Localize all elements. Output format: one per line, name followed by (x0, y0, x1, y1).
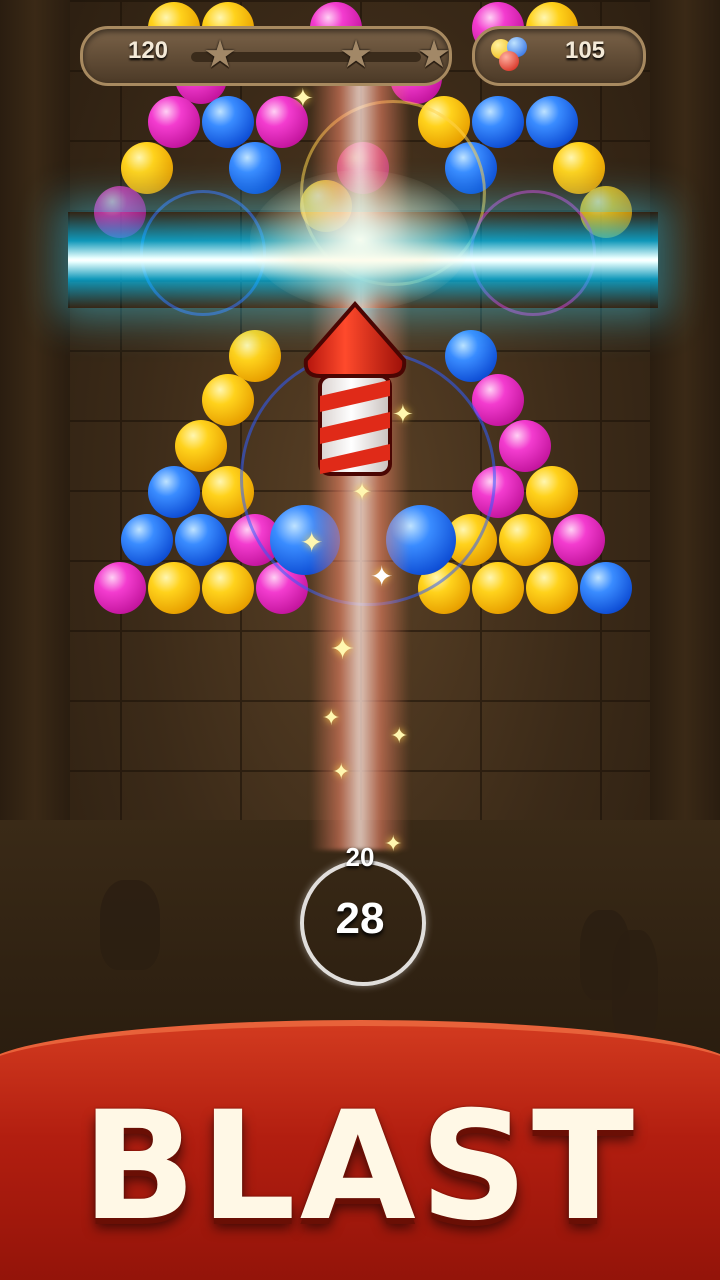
bubble-yellow (526, 562, 578, 614)
bubble-coin-count: 105 (564, 37, 606, 64)
game-screen[interactable]: ✦ ✦ ✦ ✦ ✦ ✦ ✦ ✦ ✦ ✦ 120 ★ ★ ★ 105 20 28 … (0, 0, 720, 1280)
bubble-blue (526, 96, 578, 148)
score-panel: 120 ★ ★ ★ (80, 26, 452, 86)
bubble-blue (445, 330, 497, 382)
rocket-icon (303, 300, 407, 476)
sparkle-icon: ✦ (332, 760, 351, 785)
bubble-yellow (229, 330, 281, 382)
sparkle-icon: ✦ (370, 560, 394, 593)
sparkle-icon: ✦ (392, 400, 414, 430)
laser-beam (68, 212, 658, 308)
bubble-magenta (148, 96, 200, 148)
bubble-blue (580, 562, 632, 614)
sparkle-icon: ✦ (330, 632, 356, 667)
bubble-blue (229, 142, 281, 194)
bubble-yellow (553, 142, 605, 194)
bubble-yellow (499, 514, 551, 566)
star-icon: ★ (417, 32, 452, 76)
bubble-magenta (499, 420, 551, 472)
bubble-yellow (202, 374, 254, 426)
bubble-yellow (526, 466, 578, 518)
bubble-magenta (553, 514, 605, 566)
shots-remaining: 28 (335, 894, 385, 943)
bubble-yellow (175, 420, 227, 472)
sparkle-icon: ✦ (390, 724, 409, 749)
bubble-blue (175, 514, 227, 566)
bubble-blue (148, 466, 200, 518)
bubble-yellow (202, 562, 254, 614)
score-value: 120 (127, 37, 169, 64)
bubble-coin-panel[interactable]: 105 (472, 26, 646, 86)
bubble-yellow (472, 562, 524, 614)
bubble-yellow (121, 142, 173, 194)
star-icon: ★ (339, 32, 374, 76)
bubble-yellow (148, 562, 200, 614)
star-icon: ★ (203, 32, 238, 76)
sparkle-icon: ✦ (300, 526, 324, 559)
sparkle-icon: ✦ (292, 84, 314, 114)
banner-title: BLAST (81, 1080, 639, 1254)
bubble-blue (472, 96, 524, 148)
bubble-blue (121, 514, 173, 566)
next-bubble-count: 20 (345, 842, 375, 872)
bubble-blue (202, 96, 254, 148)
sparkle-icon: ✦ (352, 478, 373, 506)
bubble-magenta (94, 562, 146, 614)
sparkle-icon: ✦ (322, 706, 341, 731)
